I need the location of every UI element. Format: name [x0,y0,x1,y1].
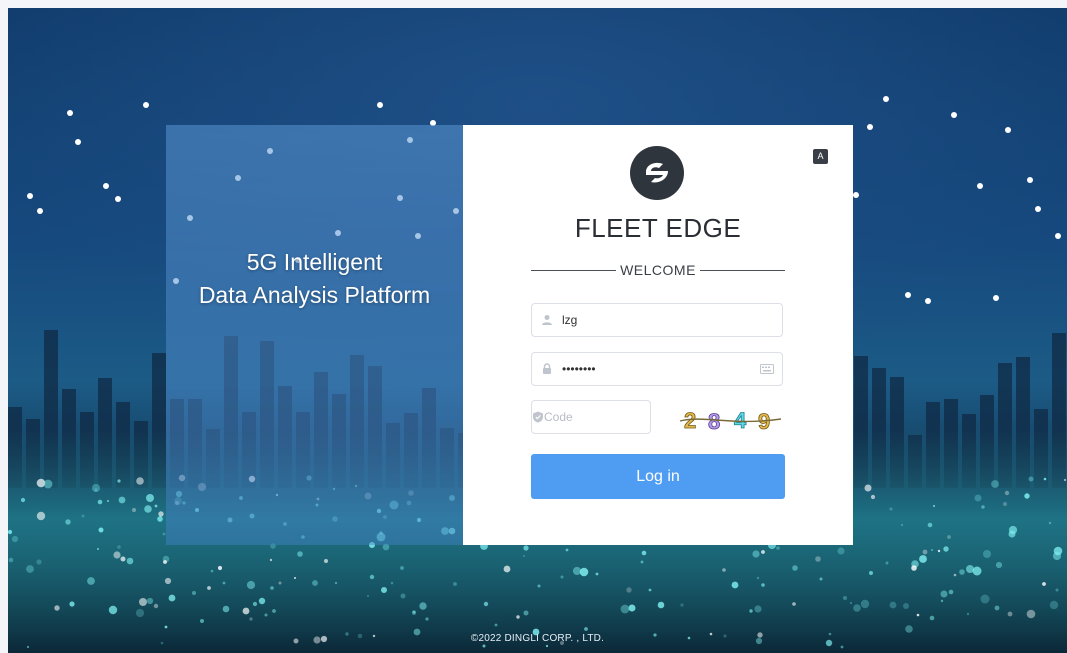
password-field[interactable] [531,352,783,386]
captcha-image[interactable]: 2 8 4 9 [678,406,783,434]
language-switch-label: A [817,151,824,161]
hero-title-line2: Data Analysis Platform [198,282,431,308]
captcha-code-input[interactable] [544,402,699,432]
username-field[interactable] [531,303,783,337]
welcome-divider: WELCOME [531,260,785,280]
divider-line-right [699,269,785,271]
background-scene: 5G Intelligent Data Analysis Platform A … [8,8,1067,653]
hero-panel: 5G Intelligent Data Analysis Platform [166,125,464,545]
captcha-code-field[interactable] [531,400,699,434]
copyright-footer: ©2022 DINGLI CORP. , LTD. [470,633,605,644]
username-input[interactable] [562,305,782,335]
shield-icon [532,411,544,423]
hero-title-line1: 5G Intelligent [246,249,383,275]
fleet-edge-logo-icon [630,146,684,200]
brand-title: FLEET EDGE [574,213,742,243]
language-switch-button[interactable]: A [813,149,828,164]
captcha-char-2: 8 [708,409,720,434]
welcome-text: WELCOME [620,262,696,278]
lock-icon [532,363,562,375]
login-button[interactable]: Log in [531,454,785,499]
user-icon [532,314,562,326]
divider-line-left [531,269,617,271]
login-card: A FLEET EDGE WELCOME lzg •••••••• Code 2… [463,125,853,545]
keyboard-icon[interactable] [752,364,782,374]
password-input[interactable] [562,354,752,384]
